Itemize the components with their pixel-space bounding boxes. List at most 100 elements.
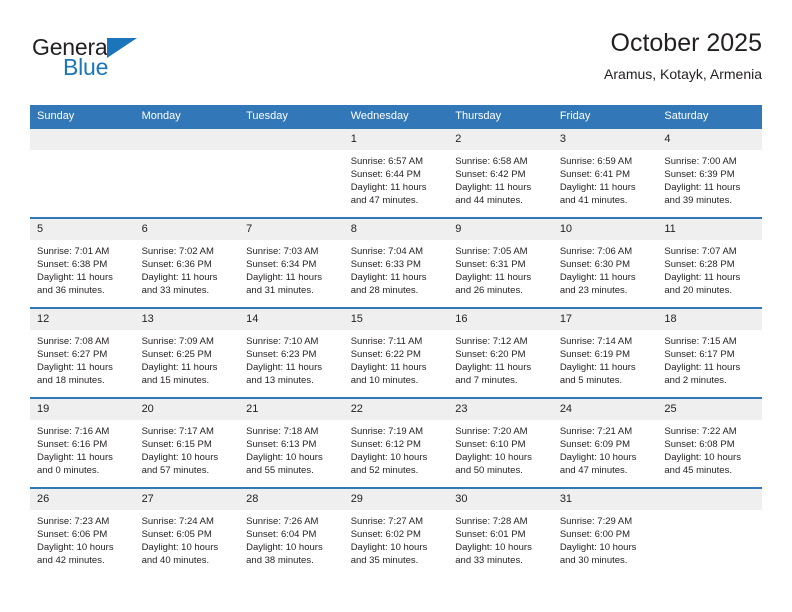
daylight-text: Daylight: 11 hours and 47 minutes. — [350, 182, 427, 206]
calendar-day-cell[interactable]: 31 Sunrise: 7:29 AM Sunset: 6:00 PM Dayligh… — [552, 487, 658, 577]
sunset-text: Sunset: 6:15 PM — [141, 439, 212, 450]
calendar-day-cell[interactable]: 30 Sunrise: 7:28 AM Sunset: 6:01 PM Dayligh… — [448, 487, 553, 577]
day-details: Sunrise: 7:27 AM Sunset: 6:02 PM Daylight:… — [344, 510, 449, 567]
day-number — [657, 489, 762, 510]
calendar-day-cell[interactable]: 23 Sunrise: 7:20 AM Sunset: 6:10 PM Dayligh… — [448, 397, 553, 488]
sunrise-text: Sunrise: 7:22 AM — [664, 426, 737, 437]
calendar-day-cell[interactable]: 18 Sunrise: 7:15 AM Sunset: 6:17 PM Dayligh… — [657, 307, 762, 398]
daylight-text: Daylight: 11 hours and 2 minutes. — [664, 362, 741, 386]
calendar-day-cell[interactable]: 28 Sunrise: 7:26 AM Sunset: 6:04 PM Dayligh… — [239, 487, 344, 577]
daylight-text: Daylight: 11 hours and 7 minutes. — [455, 362, 532, 386]
calendar-day-cell[interactable]: 13 Sunrise: 7:09 AM Sunset: 6:25 PM Dayligh… — [134, 307, 240, 398]
page-subtitle: Aramus, Kotayk, Armenia — [604, 66, 762, 82]
daylight-text: Daylight: 11 hours and 36 minutes. — [37, 272, 113, 296]
calendar-day-cell[interactable]: 6 Sunrise: 7:02 AM Sunset: 6:36 PM Daylight… — [134, 217, 240, 308]
calendar-cell-empty — [134, 127, 240, 218]
calendar-day-cell[interactable]: 29 Sunrise: 7:27 AM Sunset: 6:02 PM Dayligh… — [343, 487, 449, 577]
sunrise-text: Sunrise: 7:03 AM — [246, 246, 319, 257]
sunset-text: Sunset: 6:01 PM — [455, 529, 526, 540]
calendar-day-cell[interactable]: 12 Sunrise: 7:08 AM Sunset: 6:27 PM Dayligh… — [30, 307, 135, 398]
daylight-text: Daylight: 10 hours and 42 minutes. — [37, 542, 114, 566]
calendar-day-cell[interactable]: 20 Sunrise: 7:17 AM Sunset: 6:15 PM Dayligh… — [134, 397, 240, 488]
calendar-day-cell[interactable]: 16 Sunrise: 7:12 AM Sunset: 6:20 PM Dayligh… — [448, 307, 553, 398]
daylight-text: Daylight: 10 hours and 35 minutes. — [350, 542, 428, 566]
day-details: Sunrise: 7:07 AM Sunset: 6:28 PM Daylight:… — [657, 240, 762, 297]
day-details: Sunrise: 7:04 AM Sunset: 6:33 PM Daylight:… — [344, 240, 449, 297]
day-details: Sunrise: 7:28 AM Sunset: 6:01 PM Daylight:… — [448, 510, 553, 567]
calendar-day-cell[interactable]: 10 Sunrise: 7:06 AM Sunset: 6:30 PM Dayligh… — [552, 217, 658, 308]
sunset-text: Sunset: 6:05 PM — [141, 529, 212, 540]
sunset-text: Sunset: 6:39 PM — [664, 169, 735, 180]
sunset-text: Sunset: 6:22 PM — [350, 349, 421, 360]
calendar-day-cell[interactable]: 2 Sunrise: 6:58 AM Sunset: 6:42 PM Daylight… — [448, 127, 553, 218]
day-details: Sunrise: 7:05 AM Sunset: 6:31 PM Daylight:… — [448, 240, 553, 297]
sunrise-text: Sunrise: 7:26 AM — [246, 516, 319, 527]
sunrise-text: Sunrise: 7:01 AM — [37, 246, 110, 257]
page-title: October 2025 — [610, 29, 763, 57]
day-number: 14 — [239, 309, 344, 330]
daylight-text: Daylight: 11 hours and 15 minutes. — [141, 362, 218, 386]
day-number: 16 — [448, 309, 553, 330]
sunrise-text: Sunrise: 7:18 AM — [246, 426, 319, 437]
calendar-day-cell[interactable]: 24 Sunrise: 7:21 AM Sunset: 6:09 PM Dayligh… — [552, 397, 658, 488]
day-number: 15 — [343, 309, 449, 330]
sunset-text: Sunset: 6:41 PM — [559, 169, 631, 180]
day-details: Sunrise: 7:21 AM Sunset: 6:09 PM Daylight:… — [553, 420, 658, 477]
calendar-day-cell[interactable]: 1 Sunrise: 6:57 AM Sunset: 6:44 PM Daylight… — [343, 127, 449, 218]
calendar-week-row: 12 Sunrise: 7:08 AM Sunset: 6:27 PM Dayligh… — [30, 307, 762, 398]
day-number: 2 — [448, 129, 553, 150]
day-details: Sunrise: 7:12 AM Sunset: 6:20 PM Daylight:… — [448, 330, 553, 387]
sunset-text: Sunset: 6:36 PM — [141, 259, 212, 270]
sunset-text: Sunset: 6:31 PM — [455, 259, 526, 270]
calendar-day-cell[interactable]: 9 Sunrise: 7:05 AM Sunset: 6:31 PM Daylight… — [448, 217, 553, 308]
calendar-day-cell[interactable]: 17 Sunrise: 7:14 AM Sunset: 6:19 PM Dayligh… — [552, 307, 658, 398]
calendar-day-cell[interactable]: 15 Sunrise: 7:11 AM Sunset: 6:22 PM Dayligh… — [343, 307, 449, 398]
sunset-text: Sunset: 6:30 PM — [559, 259, 631, 270]
day-details: Sunrise: 7:14 AM Sunset: 6:19 PM Daylight:… — [553, 330, 658, 387]
daylight-text: Daylight: 11 hours and 20 minutes. — [664, 272, 741, 296]
day-details: Sunrise: 7:23 AM Sunset: 6:06 PM Daylight:… — [30, 510, 135, 567]
calendar-day-cell[interactable]: 11 Sunrise: 7:07 AM Sunset: 6:28 PM Dayligh… — [657, 217, 762, 308]
calendar-body: 1 Sunrise: 6:57 AM Sunset: 6:44 PM Daylight… — [30, 127, 762, 577]
day-details: Sunrise: 7:26 AM Sunset: 6:04 PM Daylight:… — [239, 510, 344, 567]
daylight-text: Daylight: 10 hours and 47 minutes. — [559, 452, 637, 476]
sunset-text: Sunset: 6:28 PM — [664, 259, 735, 270]
weekday-header-tuesday: Tuesday — [239, 105, 344, 128]
calendar-day-cell[interactable]: 4 Sunrise: 7:00 AM Sunset: 6:39 PM Daylight… — [657, 127, 762, 218]
day-details: Sunrise: 6:58 AM Sunset: 6:42 PM Daylight:… — [448, 150, 553, 207]
daylight-text: Daylight: 10 hours and 40 minutes. — [141, 542, 219, 566]
calendar-week-row: 1 Sunrise: 6:57 AM Sunset: 6:44 PM Daylight… — [30, 127, 762, 218]
calendar-day-cell[interactable]: 19 Sunrise: 7:16 AM Sunset: 6:16 PM Dayligh… — [30, 397, 135, 488]
sunset-text: Sunset: 6:19 PM — [559, 349, 631, 360]
calendar-day-cell[interactable]: 8 Sunrise: 7:04 AM Sunset: 6:33 PM Daylight… — [343, 217, 449, 308]
sunrise-text: Sunrise: 7:29 AM — [559, 516, 633, 527]
sunset-text: Sunset: 6:13 PM — [246, 439, 317, 450]
day-number — [134, 129, 240, 150]
day-number: 8 — [343, 219, 449, 240]
title-block: October 2025 Aramus, Kotayk, Armenia — [604, 28, 762, 84]
day-details: Sunrise: 7:19 AM Sunset: 6:12 PM Daylight:… — [344, 420, 449, 477]
calendar-day-cell[interactable]: 7 Sunrise: 7:03 AM Sunset: 6:34 PM Daylight… — [239, 217, 344, 308]
calendar-day-cell[interactable]: 27 Sunrise: 7:24 AM Sunset: 6:05 PM Dayligh… — [134, 487, 240, 577]
sunset-text: Sunset: 6:25 PM — [141, 349, 212, 360]
calendar-day-cell[interactable]: 21 Sunrise: 7:18 AM Sunset: 6:13 PM Dayligh… — [239, 397, 344, 488]
sunset-text: Sunset: 6:34 PM — [246, 259, 317, 270]
sunrise-text: Sunrise: 7:09 AM — [141, 336, 214, 347]
calendar-day-cell[interactable]: 3 Sunrise: 6:59 AM Sunset: 6:41 PM Daylight… — [552, 127, 658, 218]
weekday-header-thursday: Thursday — [448, 105, 553, 128]
day-details: Sunrise: 7:02 AM Sunset: 6:36 PM Daylight:… — [135, 240, 240, 297]
daylight-text: Daylight: 10 hours and 57 minutes. — [141, 452, 219, 476]
calendar-day-cell[interactable]: 26 Sunrise: 7:23 AM Sunset: 6:06 PM Dayligh… — [30, 487, 135, 577]
calendar-day-cell[interactable]: 25 Sunrise: 7:22 AM Sunset: 6:08 PM Dayligh… — [657, 397, 762, 488]
daylight-text: Daylight: 11 hours and 44 minutes. — [455, 182, 532, 206]
day-details: Sunrise: 7:15 AM Sunset: 6:17 PM Daylight:… — [657, 330, 762, 387]
calendar-day-cell[interactable]: 5 Sunrise: 7:01 AM Sunset: 6:38 PM Daylight… — [30, 217, 135, 308]
calendar-day-cell[interactable]: 14 Sunrise: 7:10 AM Sunset: 6:23 PM Dayligh… — [239, 307, 344, 398]
general-blue-logo[interactable]: General Blue — [32, 34, 212, 90]
day-details: Sunrise: 7:20 AM Sunset: 6:10 PM Daylight:… — [448, 420, 553, 477]
calendar-day-cell[interactable]: 22 Sunrise: 7:19 AM Sunset: 6:12 PM Dayligh… — [343, 397, 449, 488]
sunrise-text: Sunrise: 7:00 AM — [664, 156, 737, 167]
calendar-week-row: 26 Sunrise: 7:23 AM Sunset: 6:06 PM Dayligh… — [30, 487, 762, 577]
sunset-text: Sunset: 6:17 PM — [664, 349, 735, 360]
sunset-text: Sunset: 6:42 PM — [455, 169, 526, 180]
